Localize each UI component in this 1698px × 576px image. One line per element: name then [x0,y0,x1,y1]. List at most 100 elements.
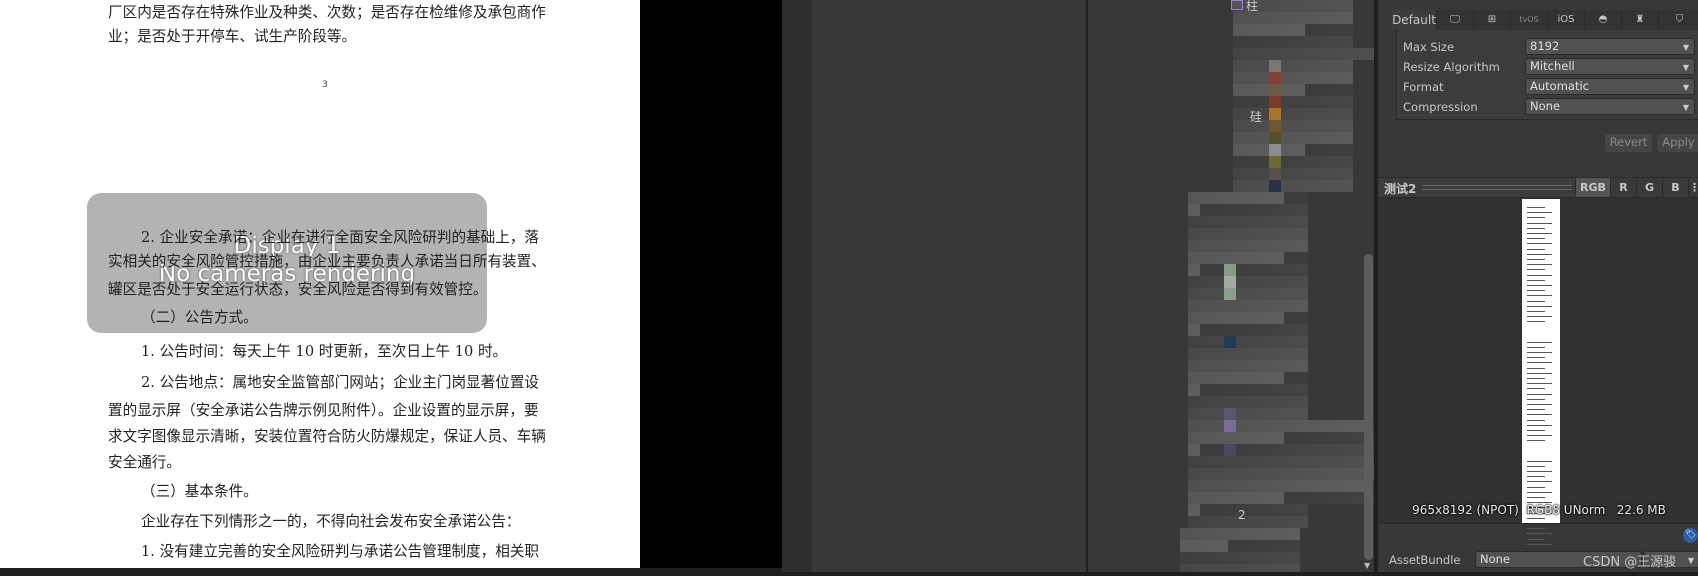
mosaic-cell [1260,312,1272,324]
max-size-dropdown[interactable]: 8192 ▼ [1525,38,1695,55]
scene-panel [812,0,1086,572]
mosaic-cell [1269,24,1281,36]
mosaic-cell [1272,192,1284,204]
mosaic-cell [1248,444,1260,456]
thumbnail-text-line [1527,543,1552,545]
mosaic-cell [1272,252,1284,264]
mosaic-cell [1233,48,1245,60]
resize-algorithm-dropdown[interactable]: Mitchell ▼ [1525,58,1695,75]
mosaic-cell [1365,48,1374,60]
revert-button[interactable]: Revert [1605,134,1652,152]
mosaic-cell [1248,324,1260,336]
mosaic-cell [1212,192,1224,204]
mosaic-cell [1212,456,1224,468]
mosaic-cell [1305,144,1317,156]
mosaic-cell [1224,312,1236,324]
windows-icon[interactable]: ⊞ [1473,10,1510,30]
mosaic-cell [1212,516,1224,528]
mosaic-cell [1329,12,1341,24]
mosaic-cell [1341,132,1353,144]
mosaic-cell [1236,300,1248,312]
mosaic-cell [1281,36,1293,48]
mosaic-cell [1245,84,1257,96]
mosaic-cell [1180,540,1192,552]
mosaic-cell [1320,444,1332,456]
mosaic-cell [1260,456,1272,468]
thumbnail-text-line [1527,367,1545,369]
scroll-down-arrow-icon[interactable]: ▼ [1364,561,1370,570]
compression-dropdown[interactable]: None ▼ [1525,98,1695,115]
channel-b-button[interactable]: B [1662,178,1688,197]
mosaic-cell [1245,36,1257,48]
mosaic-cell [1260,408,1272,420]
mosaic-cell [1344,444,1356,456]
mosaic-cell [1284,216,1296,228]
thumbnail-text-line [1527,465,1545,467]
mosaic-cell [1248,504,1260,516]
dropdown-value: None [1480,552,1511,566]
doc-line: 置的显示屏（安全承诺公告牌示例见附件）。企业设置的显示屏，要 [108,402,539,419]
mosaic-cell [1212,504,1224,516]
tab-default[interactable]: Default [1392,10,1436,30]
mosaic-cell [1245,96,1257,108]
webgl-icon[interactable]: ◓ [1584,10,1621,30]
mosaic-cell [1272,228,1284,240]
mosaic-cell [1248,480,1260,492]
mosaic-cell [1272,408,1284,420]
mosaic-cell [1260,288,1272,300]
tab-tvos[interactable]: tvOS [1510,10,1547,30]
mosaic-cell [1272,384,1284,396]
mosaic-cell [1272,372,1284,384]
drag-handle[interactable] [1422,185,1572,190]
mosaic-cell [1296,384,1308,396]
mosaic-cell [1284,228,1296,240]
mosaic-cell [1272,276,1284,288]
channel-r-button[interactable]: R [1610,178,1636,197]
mosaic-cell [1188,432,1200,444]
mosaic-cell [1341,0,1353,12]
apply-button[interactable]: Apply [1657,134,1698,152]
label-tag-icon[interactable]: 🏷 [1683,528,1698,543]
thumbnail-text-line [1527,222,1552,224]
mosaic-cell [1332,456,1344,468]
mosaic-cell [1233,156,1245,168]
mosaic-cell [1293,156,1305,168]
mosaic-cell [1272,480,1284,492]
mosaic-cell [1281,144,1293,156]
hierarchy-scrollbar[interactable] [1364,254,1373,560]
channel-g-button[interactable]: G [1636,178,1662,197]
mosaic-cell [1252,564,1264,572]
mosaic-cell [1264,528,1276,540]
html5-icon[interactable]: ⛉ [1658,10,1698,30]
mosaic-cell [1248,384,1260,396]
mosaic-cell [1204,540,1216,552]
mosaic-cell [1180,552,1192,564]
android-icon[interactable]: ♜ [1621,10,1658,30]
mosaic-cell [1224,444,1236,456]
thumbnail-text-line [1527,352,1552,353]
dropdown-value: 8192 [1530,39,1560,53]
mosaic-cell [1296,264,1308,276]
mosaic-cell [1272,396,1284,408]
format-dropdown[interactable]: Automatic ▼ [1525,78,1695,95]
mosaic-cell [1212,372,1224,384]
mosaic-cell [1236,276,1248,288]
mosaic-cell [1257,132,1269,144]
monitor-icon[interactable]: 🖵 [1436,10,1473,30]
mosaic-cell [1260,480,1272,492]
mosaic-cell [1260,348,1272,360]
mosaic-cell [1341,60,1353,72]
channel-rgb-button[interactable]: RGB [1575,178,1610,197]
mosaic-cell [1293,132,1305,144]
mosaic-cell [1224,360,1236,372]
thumbnail-text-line [1527,290,1545,292]
mosaic-cell [1228,528,1240,540]
mosaic-cell [1200,492,1212,504]
mosaic-cell [1260,384,1272,396]
mosaic-cell [1236,468,1248,480]
more-options-icon[interactable]: ⋮ [1688,178,1698,197]
tab-ios[interactable]: iOS [1547,10,1584,30]
mosaic-cell [1224,288,1236,300]
mosaic-cell [1224,384,1236,396]
mosaic-cell [1200,276,1212,288]
